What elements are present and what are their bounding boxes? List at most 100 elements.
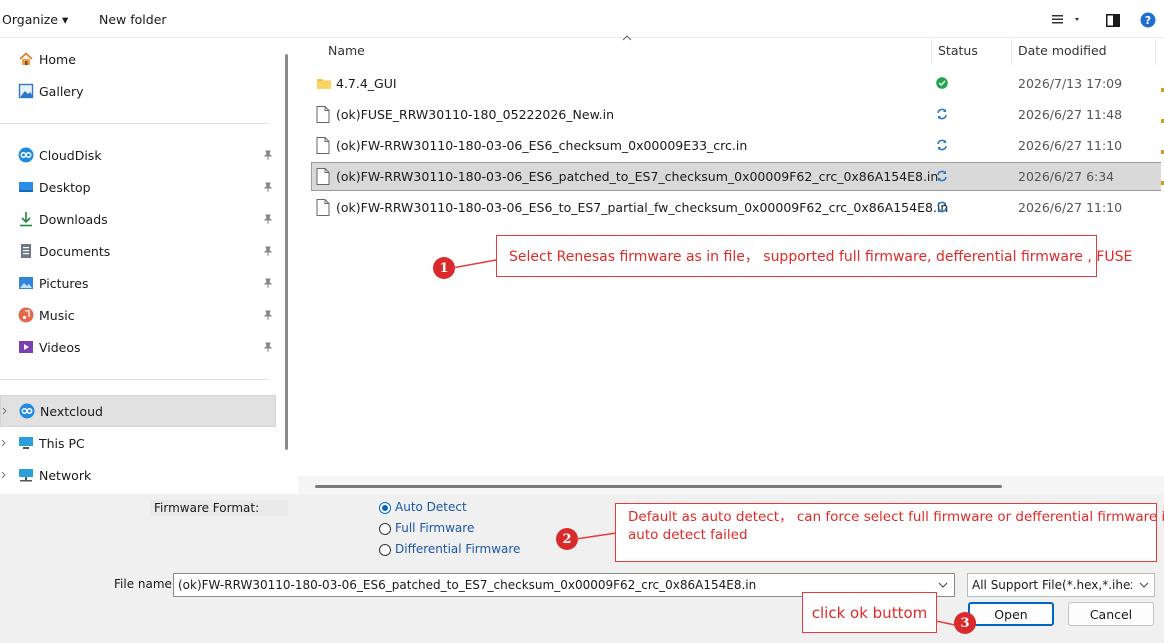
file-type-filter[interactable]: All Support File(*.hex,*.ihex,*.bi	[967, 573, 1155, 597]
expand-chevron-icon[interactable]	[1, 470, 9, 480]
column-header-name[interactable]: Name	[328, 43, 365, 58]
sidebar-item-label: Music	[39, 307, 75, 323]
pin-icon	[262, 181, 274, 193]
expand-chevron-icon[interactable]	[2, 406, 10, 416]
sidebar-item-label: CloudDisk	[39, 147, 102, 163]
file-row[interactable]: (ok)FUSE_RRW30110-180_05222026_New.in 20…	[311, 100, 1164, 129]
column-separator[interactable]	[1011, 39, 1012, 65]
command-bar: Organize ▾ New folder ?	[0, 0, 1164, 38]
sidebar-item-network[interactable]: Network	[0, 459, 276, 491]
cancel-button[interactable]: Cancel	[1068, 602, 1154, 626]
sidebar-item-gallery[interactable]: Gallery	[0, 75, 276, 107]
sidebar-item-this-pc[interactable]: This PC	[0, 427, 276, 459]
sidebar-item-desktop[interactable]: Desktop	[0, 171, 276, 203]
sidebar-item-label: Pictures	[39, 275, 89, 291]
gallery-icon	[18, 83, 34, 99]
expand-chevron-icon[interactable]	[1, 438, 9, 448]
help-button[interactable]: ?	[1139, 11, 1157, 29]
sidebar-item-label: Desktop	[39, 179, 91, 195]
help-icon: ?	[1140, 12, 1156, 28]
file-name: (ok)FW-RRW30110-180-03-06_ES6_checksum_0…	[336, 138, 748, 153]
sidebar-item-videos[interactable]: Videos	[0, 331, 276, 363]
sidebar-item-home[interactable]: Home	[0, 43, 276, 75]
radio-auto-detect[interactable]: Auto Detect	[379, 500, 579, 516]
horizontal-scrollbar[interactable]	[298, 476, 1164, 494]
nextcloud-icon	[19, 403, 35, 419]
sidebar-item-documents[interactable]: Documents	[0, 235, 276, 267]
file-row[interactable]: 4.7.4_GUI 2026/7/13 17:09	[311, 69, 1164, 98]
synced-check-icon	[936, 77, 948, 89]
annotation-callout-3: click ok buttom	[802, 592, 937, 633]
file-icon	[316, 199, 330, 216]
column-header-date-modified[interactable]: Date modified	[1018, 43, 1107, 58]
annotation-connector-1	[452, 259, 497, 269]
sidebar-item-label: Nextcloud	[40, 403, 103, 419]
pc-icon	[18, 435, 34, 451]
sidebar-item-music[interactable]: Music	[0, 299, 276, 331]
preview-pane-button[interactable]	[1104, 11, 1122, 29]
file-row[interactable]: (ok)FW-RRW30110-180-03-06_ES6_checksum_0…	[311, 131, 1164, 160]
radio-button-checked[interactable]	[379, 502, 391, 514]
radio-label: Full Firmware	[395, 521, 475, 535]
column-separator[interactable]	[1155, 39, 1156, 65]
radio-button[interactable]	[379, 544, 391, 556]
sidebar-item-downloads[interactable]: Downloads	[0, 203, 276, 235]
radio-differential-firmware[interactable]: Differential Firmware	[379, 542, 579, 558]
column-separator[interactable]	[931, 39, 932, 65]
pin-icon	[262, 309, 274, 321]
chevron-down-icon[interactable]	[1139, 582, 1149, 588]
pin-icon	[262, 277, 274, 289]
radio-full-firmware[interactable]: Full Firmware	[379, 521, 579, 537]
file-date-modified: 2026/6/27 11:48	[1018, 107, 1123, 122]
sidebar-item-clouddisk[interactable]: CloudDisk	[0, 139, 276, 171]
sidebar-scrollbar[interactable]	[285, 54, 288, 450]
pin-icon	[262, 341, 274, 353]
music-icon	[18, 307, 34, 323]
file-name: (ok)FW-RRW30110-180-03-06_ES6_to_ES7_par…	[336, 200, 949, 215]
file-row-selected[interactable]: (ok)FW-RRW30110-180-03-06_ES6_patched_to…	[311, 162, 1164, 191]
sidebar-item-nextcloud[interactable]: Nextcloud	[0, 395, 276, 427]
annotation-text: click ok buttom	[811, 603, 928, 622]
videos-icon	[18, 339, 34, 355]
desktop-icon	[18, 179, 34, 195]
open-button[interactable]: Open	[968, 602, 1054, 626]
radio-label: Auto Detect	[395, 500, 467, 514]
file-icon	[316, 168, 330, 185]
sidebar-item-pictures[interactable]: Pictures	[0, 267, 276, 299]
sidebar-item-label: Documents	[39, 243, 111, 259]
annotation-text-line-2: auto detect failed	[628, 527, 748, 543]
preview-pane-icon	[1106, 13, 1120, 27]
svg-text:?: ?	[1145, 14, 1151, 27]
chevron-down-icon[interactable]	[938, 582, 948, 588]
pin-icon	[262, 245, 274, 257]
scrollbar-thumb[interactable]	[315, 485, 1002, 488]
firmware-format-label: Firmware Format:	[154, 501, 260, 515]
file-date-modified: 2026/6/27 6:34	[1018, 169, 1115, 184]
syncing-arrows-icon	[937, 139, 947, 151]
syncing-arrows-icon	[937, 170, 947, 182]
file-icon	[316, 137, 330, 154]
home-icon	[18, 51, 34, 67]
organize-menu-button[interactable]: Organize ▾	[2, 12, 68, 27]
view-options-button[interactable]	[1050, 11, 1082, 29]
annotation-callout-1: Select Renesas firmware as in file， supp…	[496, 235, 1132, 277]
annotation-text-line-1: Default as auto detect， can force select…	[628, 509, 1164, 525]
file-name-label: File name:	[114, 577, 176, 591]
sidebar-item-label: Videos	[39, 339, 81, 355]
sort-ascending-icon	[622, 35, 632, 41]
sidebar-item-label: Home	[39, 51, 76, 67]
column-header-status[interactable]: Status	[938, 43, 978, 58]
sidebar-divider	[0, 379, 268, 380]
format-label-box: Firmware Format:	[150, 500, 288, 516]
folder-icon	[317, 79, 331, 89]
radio-button[interactable]	[379, 523, 391, 535]
syncing-arrows-icon	[937, 201, 947, 213]
pin-icon	[262, 149, 274, 161]
sidebar-item-label: Downloads	[39, 211, 108, 227]
annotation-badge-3: 3	[954, 612, 976, 634]
file-row[interactable]: (ok)FW-RRW30110-180-03-06_ES6_to_ES7_par…	[311, 193, 1164, 222]
file-date-modified: 2026/6/27 11:10	[1018, 200, 1123, 215]
file-name-input[interactable]: (ok)FW-RRW30110-180-03-06_ES6_patched_to…	[178, 578, 756, 592]
new-folder-button[interactable]: New folder	[99, 12, 167, 27]
sidebar-item-label: This PC	[39, 435, 85, 451]
